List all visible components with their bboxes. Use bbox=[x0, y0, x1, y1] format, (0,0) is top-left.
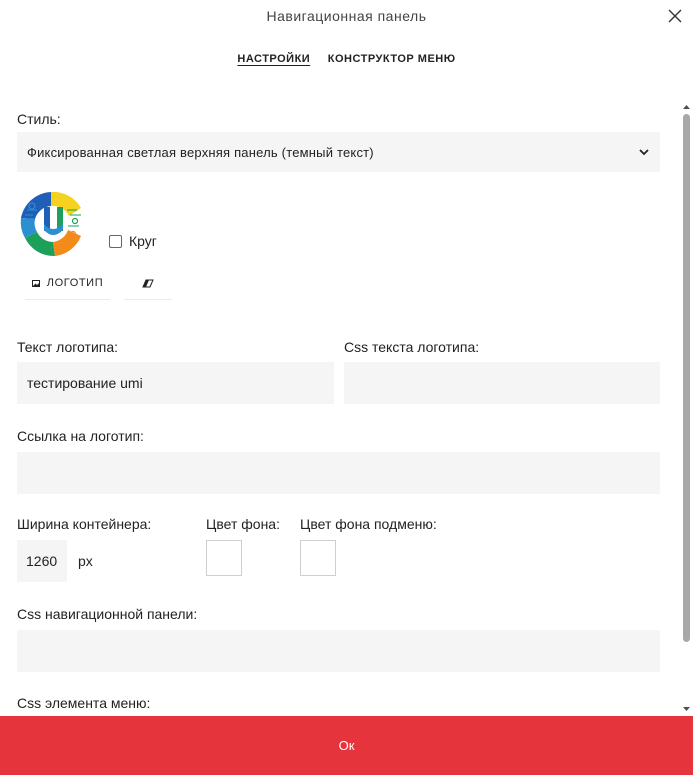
submenu-bg-color-label: Цвет фона подменю: bbox=[300, 516, 437, 532]
bg-color-swatch[interactable] bbox=[206, 540, 242, 576]
ok-button[interactable]: Ок bbox=[0, 716, 693, 775]
submenu-bg-color-swatch[interactable] bbox=[300, 540, 336, 576]
tab-menu-builder[interactable]: КОНСТРУКТОР МЕНЮ bbox=[328, 53, 456, 65]
circle-option: Круг bbox=[109, 233, 157, 249]
eraser-icon bbox=[142, 279, 154, 288]
circle-checkbox[interactable] bbox=[109, 234, 122, 248]
circle-label: Круг bbox=[129, 233, 157, 249]
image-icon bbox=[31, 279, 40, 287]
scrollbar[interactable] bbox=[681, 100, 692, 716]
container-width-label: Ширина контейнера: bbox=[17, 516, 152, 532]
chevron-down-icon bbox=[638, 146, 650, 158]
logo-text-css-input[interactable] bbox=[344, 362, 660, 404]
upload-logo-label: ЛОГОТИП bbox=[46, 277, 104, 289]
dialog-header: Навигационная панель bbox=[0, 0, 693, 34]
style-select[interactable]: Фиксированная светлая верхняя панель (те… bbox=[17, 132, 660, 172]
scroll-up-icon[interactable] bbox=[682, 102, 691, 112]
style-select-value: Фиксированная светлая верхняя панель (те… bbox=[27, 144, 374, 160]
container-width-unit: px bbox=[78, 553, 93, 569]
scrollbar-thumb[interactable] bbox=[683, 114, 690, 642]
ok-button-label: Ок bbox=[338, 738, 355, 753]
logo-image bbox=[15, 188, 91, 260]
dialog-title: Навигационная панель bbox=[266, 8, 427, 24]
tab-bar: НАСТРОЙКИ КОНСТРУКТОР МЕНЮ bbox=[0, 53, 693, 65]
settings-form: Стиль: Фиксированная светлая верхняя пан… bbox=[0, 100, 680, 716]
tab-settings[interactable]: НАСТРОЙКИ bbox=[237, 53, 310, 65]
navbar-css-label: Css навигационной панели: bbox=[17, 606, 198, 622]
logo-link-input[interactable] bbox=[17, 452, 660, 494]
logo-text-label: Текст логотипа: bbox=[17, 339, 119, 355]
upload-logo-button[interactable]: ЛОГОТИП bbox=[25, 267, 110, 300]
bg-color-label: Цвет фона: bbox=[206, 516, 280, 532]
close-icon[interactable] bbox=[666, 7, 684, 25]
container-width-input[interactable] bbox=[17, 540, 67, 582]
logo-text-input[interactable] bbox=[17, 362, 334, 404]
logo-link-label: Ссылка на логотип: bbox=[17, 428, 144, 444]
logo-text-css-label: Css текста логотипа: bbox=[344, 339, 480, 355]
scroll-down-icon[interactable] bbox=[682, 704, 691, 714]
navbar-css-input[interactable] bbox=[17, 630, 660, 672]
remove-logo-button[interactable] bbox=[124, 267, 172, 300]
style-label: Стиль: bbox=[17, 111, 61, 127]
menu-item-css-label: Css элемента меню: bbox=[17, 695, 151, 711]
